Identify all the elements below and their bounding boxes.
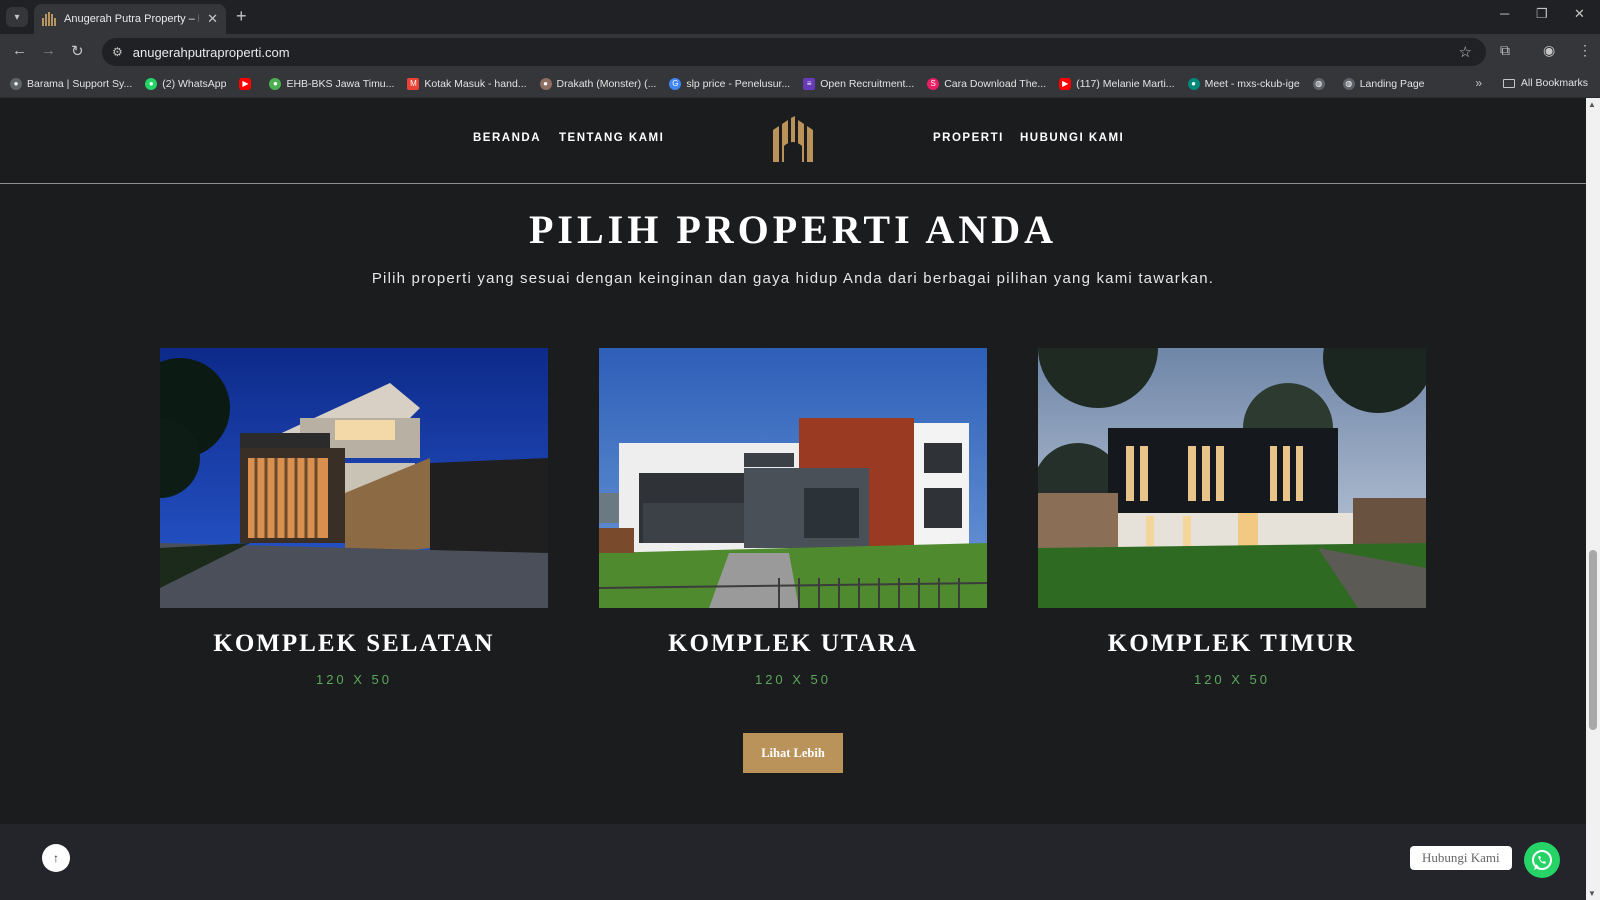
bookmark-item[interactable]: S Cara Download The...: [927, 77, 1047, 90]
tab-title: Anugerah Putra Property – Kes: [64, 13, 199, 25]
forms-icon: ≡: [803, 77, 816, 90]
folder-icon: [1502, 78, 1515, 88]
bookmark-label: Barama | Support Sy...: [27, 77, 133, 90]
url-text[interactable]: anugerahputraproperti.com: [133, 45, 290, 60]
more-bookmarks-icon[interactable]: »: [1475, 76, 1482, 90]
forward-icon[interactable]: →: [41, 42, 56, 59]
restore-icon[interactable]: ❐: [1536, 6, 1548, 22]
nav-link-home[interactable]: BERANDA: [473, 132, 541, 144]
bookmark-item[interactable]: M Kotak Masuk - hand...: [407, 77, 527, 90]
youtube-icon: ▶: [1059, 77, 1072, 90]
browser-tab-active[interactable]: Anugerah Putra Property – Kes ✕: [34, 4, 226, 34]
scroll-down-icon[interactable]: ▼: [1588, 889, 1596, 898]
browser-tab-bar: ▾ Anugerah Putra Property – Kes ✕ + ─ ❐ …: [0, 0, 1600, 34]
bookmark-item[interactable]: ● Barama | Support Sy...: [10, 77, 133, 90]
bookmark-label: Kotak Masuk - hand...: [424, 77, 527, 90]
all-bookmarks-label: All Bookmarks: [1520, 77, 1588, 89]
bookmark-label: (117) Melanie Marti...: [1076, 77, 1175, 90]
property-size: 120 X 50: [315, 672, 393, 687]
property-size: 120 X 50: [1193, 672, 1271, 687]
back-icon[interactable]: ←: [12, 42, 27, 59]
bookmark-star-icon[interactable]: ☆: [1459, 43, 1472, 61]
site-info-icon[interactable]: ⚙: [112, 45, 123, 59]
property-size: 120 X 50: [754, 672, 832, 687]
site-favicon-icon: [42, 12, 56, 26]
bookmark-icon: ●: [10, 77, 22, 90]
whatsapp-button[interactable]: [1524, 842, 1560, 878]
bookmark-icon: ●: [539, 77, 552, 90]
globe-icon: ◍: [1312, 77, 1325, 90]
gmail-icon: M: [407, 77, 420, 90]
bookmark-item[interactable]: ▶: [239, 77, 256, 90]
property-image[interactable]: [1038, 348, 1426, 608]
bookmark-icon: ●: [269, 77, 282, 90]
whatsapp-label[interactable]: Hubungi Kami: [1410, 846, 1512, 870]
reload-icon[interactable]: ↻: [71, 42, 84, 60]
page-scrollbar[interactable]: ▲ ▼: [1586, 98, 1600, 900]
section-title: PILIH PROPERTI ANDA: [529, 207, 1057, 252]
browser-toolbar: ← → ↻ ⚙ anugerahputraproperti.com ☆ ⧉ ◉ …: [0, 34, 1600, 70]
new-tab-icon[interactable]: +: [236, 6, 247, 27]
google-icon: G: [669, 77, 682, 90]
bookmark-label: EHB-BKS Jawa Timu...: [286, 77, 395, 90]
scrollbar-thumb[interactable]: [1589, 550, 1597, 730]
bookmark-label: Open Recruitment...: [820, 77, 915, 90]
bookmark-label: Meet - mxs-ckub-ige: [1204, 77, 1300, 90]
property-name[interactable]: KOMPLEK SELATAN: [160, 630, 548, 658]
bookmark-label: slp price - Penelusur...: [686, 77, 791, 90]
property-image[interactable]: [160, 348, 548, 608]
site-header: BERANDA TENTANG KAMI PROPERTI HUBUNGI KA…: [0, 98, 1586, 184]
company-logo-icon[interactable]: [771, 116, 815, 162]
property-card[interactable]: KOMPLEK TIMUR 120 X 50: [1038, 348, 1426, 687]
whatsapp-icon: [1532, 850, 1552, 870]
nav-link-property[interactable]: PROPERTI: [933, 132, 1004, 144]
minimize-icon[interactable]: ─: [1500, 6, 1509, 21]
close-window-icon[interactable]: ✕: [1574, 6, 1585, 22]
nav-link-contact[interactable]: HUBUNGI KAMI: [1020, 132, 1124, 144]
tab-search-button[interactable]: ▾: [6, 7, 28, 27]
globe-icon: ◍: [1342, 77, 1355, 90]
bookmark-item[interactable]: ● Drakath (Monster) (...: [539, 77, 657, 90]
nav-link-about[interactable]: TENTANG KAMI: [559, 132, 664, 144]
all-bookmarks-button[interactable]: All Bookmarks: [1502, 77, 1588, 89]
menu-icon[interactable]: ⋮: [1578, 42, 1592, 59]
youtube-icon: ▶: [239, 77, 252, 90]
property-name[interactable]: KOMPLEK TIMUR: [1038, 630, 1426, 658]
bookmark-label: (2) WhatsApp: [162, 77, 227, 90]
profile-icon[interactable]: ◉: [1543, 42, 1555, 59]
bookmark-item[interactable]: Gslp price - Penelusur...: [669, 77, 791, 90]
bookmark-item[interactable]: ● EHB-BKS Jawa Timu...: [269, 77, 395, 90]
bookmark-item[interactable]: ▶ (117) Melanie Marti...: [1059, 77, 1175, 90]
property-name[interactable]: KOMPLEK UTARA: [599, 630, 987, 658]
bookmark-icon: S: [927, 77, 940, 90]
webpage: BERANDA TENTANG KAMI PROPERTI HUBUNGI KA…: [0, 98, 1586, 900]
arrow-up-icon: ↑: [53, 851, 59, 865]
property-image[interactable]: [599, 348, 987, 608]
see-more-button[interactable]: Lihat Lebih: [743, 733, 843, 773]
whatsapp-icon: ●: [145, 77, 158, 90]
scroll-up-icon[interactable]: ▲: [1588, 100, 1596, 109]
bookmark-item[interactable]: ● (2) WhatsApp: [145, 77, 227, 90]
bookmark-label: Cara Download The...: [944, 77, 1047, 90]
property-card[interactable]: KOMPLEK UTARA 120 X 50: [599, 348, 987, 687]
bookmarks-bar: ● Barama | Support Sy... ● (2) WhatsApp ▶ …: [0, 70, 1600, 98]
page-footer: ↑ Hubungi Kami: [0, 824, 1586, 900]
bookmark-item[interactable]: ◍: [1312, 77, 1330, 90]
address-bar[interactable]: ⚙ anugerahputraproperti.com ☆: [102, 38, 1486, 66]
bookmark-label: Landing Page: [1359, 77, 1425, 90]
extensions-icon[interactable]: ⧉: [1500, 42, 1510, 59]
bookmark-label: Drakath (Monster) (...: [556, 77, 657, 90]
close-tab-icon[interactable]: ✕: [207, 11, 218, 27]
scroll-to-top-button[interactable]: ↑: [42, 844, 70, 872]
bookmark-item[interactable]: ● Meet - mxs-ckub-ige: [1187, 77, 1300, 90]
meet-icon: ●: [1187, 77, 1200, 90]
bookmark-item[interactable]: ◍ Landing Page: [1342, 77, 1425, 90]
section-subtitle: Pilih properti yang sesuai dengan keingi…: [371, 270, 1215, 287]
bookmark-item[interactable]: ≡ Open Recruitment...: [803, 77, 915, 90]
property-card[interactable]: KOMPLEK SELATAN 120 X 50: [160, 348, 548, 687]
